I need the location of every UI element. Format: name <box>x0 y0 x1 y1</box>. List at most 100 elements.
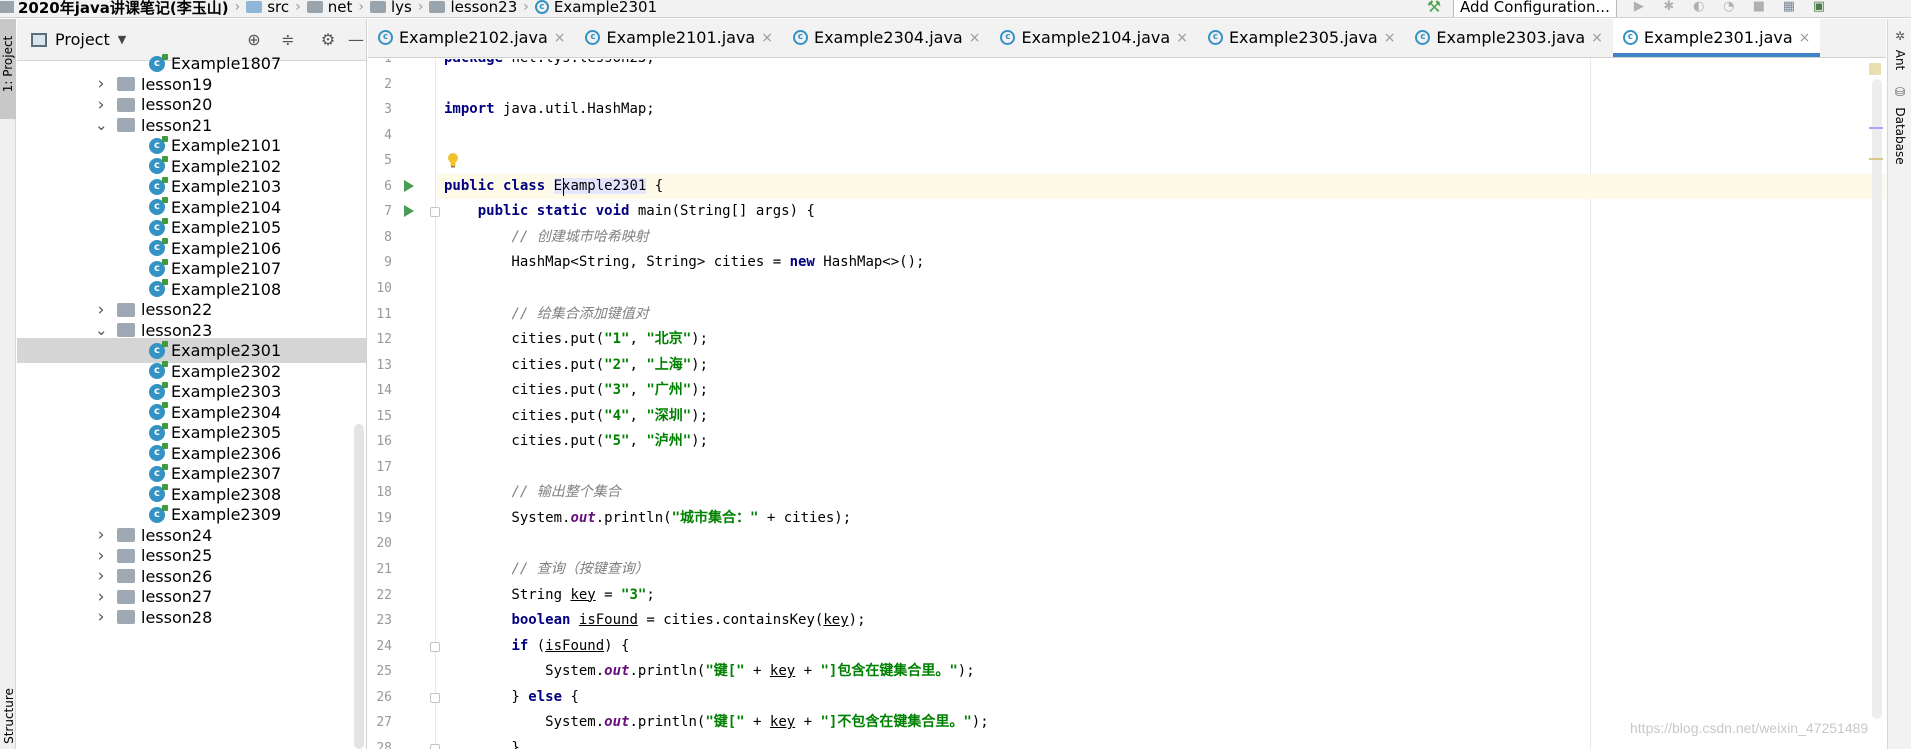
code-token: String <box>444 586 571 603</box>
code-token-kw: if <box>511 637 529 654</box>
chevron-right-icon[interactable]: › <box>95 588 107 606</box>
structure-tool-tab[interactable]: Structure <box>2 681 16 749</box>
code-line[interactable]: if (isFound) { <box>437 634 1886 659</box>
close-icon[interactable]: × <box>1799 30 1811 46</box>
code-line[interactable]: cities.put("5", "泸州"); <box>437 429 1886 454</box>
code-line[interactable]: String key = "3"; <box>437 583 1886 608</box>
breadcrumb-item-net[interactable]: net <box>306 0 352 16</box>
chevron-right-icon[interactable]: › <box>95 526 107 544</box>
close-icon[interactable]: × <box>1176 30 1188 46</box>
tree-scrollbar[interactable] <box>354 424 364 749</box>
scroll-marker[interactable] <box>1869 158 1883 160</box>
code-line[interactable]: } <box>437 736 1886 749</box>
scroll-marker[interactable] <box>1869 127 1883 129</box>
coverage-icon[interactable]: ◐ <box>1691 0 1707 15</box>
code-line[interactable]: public class Example2301 { <box>437 173 1886 199</box>
run-gutter-icon[interactable] <box>404 179 414 192</box>
code-line[interactable] <box>437 72 1886 97</box>
chevron-right-icon[interactable]: › <box>95 75 107 93</box>
project-structure-icon[interactable]: ▦ <box>1781 0 1797 15</box>
editor-tab[interactable]: c Example2303.java × <box>1405 18 1612 57</box>
code-token-str: "深圳" <box>646 407 692 424</box>
add-configuration-button[interactable]: Add Configuration... <box>1453 0 1617 17</box>
chevron-down-icon[interactable]: ⌄ <box>95 118 108 133</box>
ant-tool-tab[interactable]: Ant <box>1893 40 1907 80</box>
code-line[interactable]: } else { <box>437 685 1886 710</box>
debug-icon[interactable]: ✱ <box>1661 0 1677 15</box>
breadcrumb-item-src[interactable]: src <box>246 0 289 16</box>
editor-tab[interactable]: c Example2104.java × <box>990 18 1197 57</box>
chevron-right-icon[interactable]: › <box>95 96 107 114</box>
code-token-str: "4" <box>604 407 630 424</box>
code-line[interactable] <box>437 148 1886 173</box>
run-icon[interactable]: ▶ <box>1631 0 1647 15</box>
editor-tab[interactable]: c Example2304.java × <box>783 18 990 57</box>
breadcrumb-project[interactable]: 2020年java讲课笔记(李玉山) <box>0 0 229 17</box>
code-token: + <box>795 714 821 731</box>
code-line[interactable]: cities.put("1", "北京"); <box>437 327 1886 352</box>
lightbulb-icon[interactable] <box>447 153 459 168</box>
code-line[interactable] <box>437 455 1886 480</box>
close-icon[interactable]: × <box>969 30 981 46</box>
code-line[interactable] <box>437 531 1886 556</box>
build-hammer-icon[interactable]: ⚒ <box>1425 0 1443 16</box>
code-area[interactable]: package net.lys.lesson23; import java.uti… <box>437 59 1886 749</box>
code-line[interactable]: cities.put("4", "深圳"); <box>437 404 1886 429</box>
code-line[interactable]: HashMap<String, String> cities = new Has… <box>437 250 1886 275</box>
chevron-right-icon[interactable]: › <box>95 608 107 626</box>
breadcrumb-item-lesson23[interactable]: lesson23 <box>429 0 517 16</box>
editor-tab[interactable]: c Example2102.java × <box>368 18 575 57</box>
close-icon[interactable]: × <box>761 30 773 46</box>
editor-scrollbar[interactable] <box>1872 79 1882 719</box>
stop-icon[interactable]: ■ <box>1751 0 1767 15</box>
code-line[interactable]: import java.util.HashMap; <box>437 97 1886 122</box>
code-line[interactable]: // 给集合添加键值对 <box>437 302 1886 327</box>
close-icon[interactable]: × <box>1384 30 1396 46</box>
code-line[interactable]: System.out.println("城市集合：" + cities); <box>437 506 1886 531</box>
code-line[interactable]: cities.put("2", "上海"); <box>437 353 1886 378</box>
project-tool-tab[interactable]: 1: Project <box>0 19 16 119</box>
project-panel-title[interactable]: Project <box>55 30 110 49</box>
profile-icon[interactable]: ◔ <box>1721 0 1737 15</box>
tree-item-package[interactable]: › lesson28 <box>17 605 366 630</box>
breadcrumb-item-class[interactable]: c Example2301 <box>534 0 657 16</box>
chevron-down-icon[interactable]: ▼ <box>118 33 126 46</box>
code-line[interactable] <box>437 123 1886 148</box>
breadcrumb-item-lys[interactable]: lys <box>369 0 412 16</box>
collapse-all-icon[interactable]: ≑ <box>279 31 297 49</box>
breadcrumb: 2020年java讲课笔记(李玉山) › src › net › lys › l… <box>0 0 659 17</box>
sdk-icon[interactable]: ▣ <box>1811 0 1827 15</box>
code-token-kw: public static void <box>477 203 630 220</box>
code-line[interactable]: boolean isFound = cities.containsKey(key… <box>437 608 1886 633</box>
breadcrumb-project-label: 2020年java讲课笔记(李玉山) <box>18 0 229 17</box>
code-token-ul: isFound <box>578 612 638 629</box>
chevron-right-icon[interactable]: › <box>95 547 107 565</box>
editor-tab[interactable]: c Example2305.java × <box>1198 18 1405 57</box>
code-editor[interactable]: 1234567891011121314151617181920212223242… <box>368 59 1886 749</box>
locate-target-icon[interactable]: ⊕ <box>245 31 263 49</box>
editor-tab[interactable]: c Example2301.java × <box>1612 18 1821 57</box>
run-gutter-icon[interactable] <box>404 205 414 218</box>
inspection-status-marker[interactable] <box>1869 63 1881 75</box>
code-line[interactable]: cities.put("3", "广州"); <box>437 378 1886 403</box>
code-line[interactable]: package net.lys.lesson23; <box>437 59 1886 71</box>
tree-item-label: Example2308 <box>171 484 282 504</box>
code-line[interactable]: // 查询（按键查询） <box>437 557 1886 582</box>
code-line[interactable] <box>437 276 1886 301</box>
gear-icon[interactable]: ⚙ <box>319 31 337 49</box>
chevron-right-icon[interactable]: › <box>95 567 107 585</box>
code-line[interactable]: public static void main(String[] args) { <box>437 199 1886 224</box>
chevron-right-icon[interactable]: › <box>95 301 107 319</box>
code-line-text: public class Example2301 { <box>444 174 663 199</box>
editor-tab[interactable]: c Example2101.java × <box>575 18 782 57</box>
code-line[interactable]: System.out.println("键[" + key + "]包含在键集合… <box>437 659 1886 684</box>
close-icon[interactable]: × <box>1591 30 1603 46</box>
database-tool-tab[interactable]: Database <box>1893 104 1907 168</box>
code-line[interactable]: // 输出整个集合 <box>437 480 1886 505</box>
close-icon[interactable]: × <box>554 30 566 46</box>
code-line[interactable]: // 创建城市哈希映射 <box>437 225 1886 250</box>
chevron-down-icon[interactable]: ⌄ <box>95 323 108 338</box>
tree-item-label: lesson21 <box>141 115 213 135</box>
hide-panel-icon[interactable]: — <box>347 31 365 49</box>
